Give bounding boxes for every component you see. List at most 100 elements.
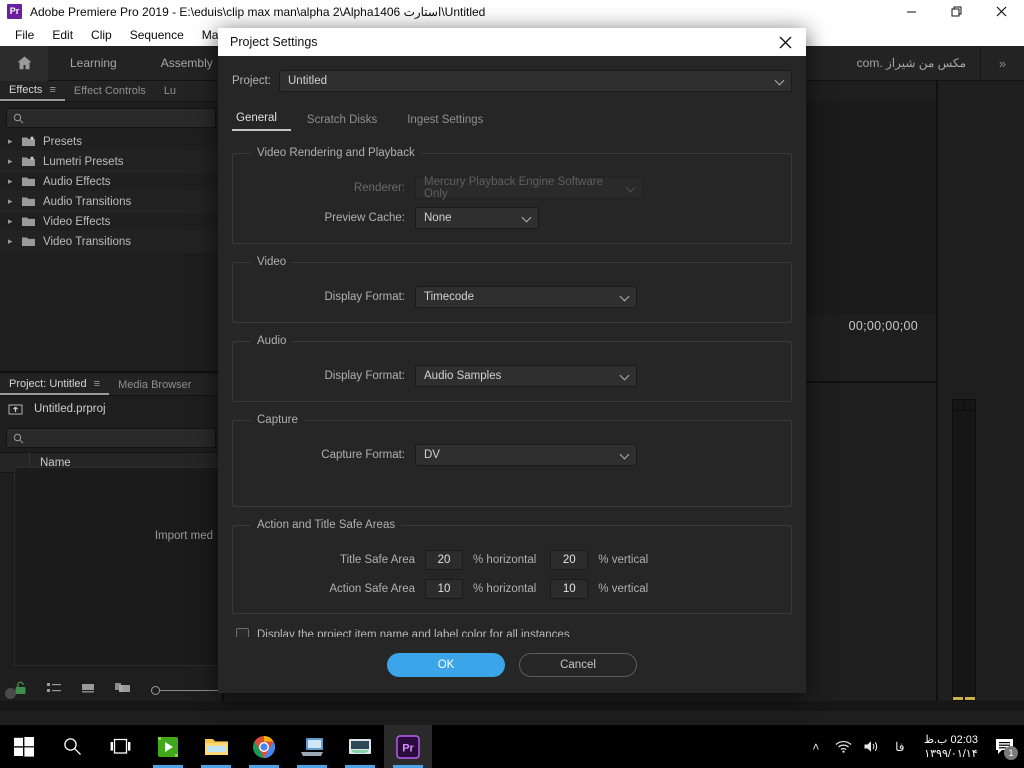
chevron-right-icon[interactable]: ▸ [8,236,22,247]
project-settings-dialog: Project Settings Project: Untitled Gener… [218,28,806,693]
language-indicator[interactable]: فا [886,725,914,768]
section-capture-legend: Capture [257,414,298,426]
bottom-strip [0,701,1024,711]
clock-time: 02:03 ب.ظ [923,733,978,746]
cancel-button[interactable]: Cancel [519,653,637,677]
search-icon[interactable] [48,725,96,768]
project-panel: Project: Untitled ≡ Media Browser Untitl… [0,375,222,711]
chevron-right-icon[interactable]: ▸ [8,136,22,147]
menu-item-sequence[interactable]: Sequence [121,25,193,45]
tree-item-label: Lumetri Presets [43,155,124,168]
project-search-input[interactable] [29,432,209,444]
status-indicator[interactable] [5,688,16,699]
zoom-slider-track[interactable] [160,689,222,691]
action-safe-vertical-input[interactable] [550,579,589,599]
search-icon [13,113,24,124]
minimize-button[interactable] [889,0,934,23]
effects-search-input[interactable] [29,112,209,124]
clock-date: ۱۳۹۹/۰۱/۱۴ [924,747,978,760]
section-audio-legend: Audio [257,335,287,347]
capture-format-dropdown[interactable]: DV [415,444,637,466]
preview-cache-dropdown[interactable]: None [415,207,539,229]
monitor-timecode[interactable]: 00;00;00;00 [849,319,918,333]
dialog-tabs: General Scratch Disks Ingest Settings [232,112,792,131]
icon-view-icon[interactable] [81,681,95,699]
capture-format-row: Capture Format: DV [247,444,777,466]
tree-item-presets[interactable]: ▸ Presets [0,132,222,152]
audio-meter[interactable] [952,399,976,701]
chevron-right-icon[interactable]: ▸ [8,196,22,207]
folder-icon [22,216,36,227]
project-search-box[interactable] [6,428,216,448]
premiere-icon[interactable]: Pr [384,725,432,768]
tab-effects[interactable]: Effects ≡ [0,80,65,101]
chrome-icon[interactable] [240,725,288,768]
notifications-icon[interactable]: 1 [988,725,1020,768]
dialog-tab-ingest-settings[interactable]: Ingest Settings [403,114,497,131]
menu-item-file[interactable]: File [6,25,43,45]
app-icon-7[interactable] [288,725,336,768]
tab-project[interactable]: Project: Untitled ≡ [0,374,110,395]
title-safe-horizontal-input[interactable] [425,550,463,570]
title-safe-label: Title Safe Area [339,554,415,566]
menu-item-clip[interactable]: Clip [82,25,121,45]
tree-item-lumetri-presets[interactable]: ▸ Lumetri Presets [0,152,222,172]
start-icon[interactable] [0,725,48,768]
dialog-tab-general[interactable]: General [232,112,291,131]
task-view-icon[interactable] [96,725,144,768]
tree-item-audio-effects[interactable]: ▸ Audio Effects [0,172,222,192]
workspace-overflow-icon[interactable]: » [980,45,1024,81]
list-view-icon[interactable] [47,681,61,699]
panel-divider-horizontal[interactable] [0,371,222,373]
action-safe-horizontal-input[interactable] [425,579,463,599]
tab-effect-controls[interactable]: Effect Controls [65,80,155,101]
audio-display-format-dropdown[interactable]: Audio Samples [415,365,637,387]
menu-item-edit[interactable]: Edit [43,25,82,45]
parent-folder-icon[interactable] [8,403,24,416]
effects-panel: Effects ≡ Effect Controls Lu ▸ Presets ▸… [0,81,222,371]
tree-item-video-transitions[interactable]: ▸ Video Transitions [0,232,222,252]
project-item-list[interactable]: Import med [14,467,222,666]
video-display-format-dropdown[interactable]: Timecode [415,286,637,308]
chevron-right-icon[interactable]: ▸ [8,216,22,227]
effects-tree: ▸ Presets ▸ Lumetri Presets ▸ Audio Effe… [0,132,222,252]
dialog-tab-scratch-disks[interactable]: Scratch Disks [303,114,391,131]
file-explorer-icon[interactable] [192,725,240,768]
media-app-icon[interactable] [144,725,192,768]
ok-button[interactable]: OK [387,653,505,677]
dialog-close-button[interactable] [764,28,806,56]
workspace-tab-learning[interactable]: Learning [48,46,139,81]
chevron-right-icon[interactable]: ▸ [8,176,22,187]
tree-item-video-effects[interactable]: ▸ Video Effects [0,212,222,232]
panel-menu-icon[interactable]: ≡ [94,378,100,390]
dialog-project-dropdown[interactable]: Untitled [279,70,792,92]
tray-overflow-icon[interactable]: ˄ [802,725,830,768]
import-media-hint[interactable]: Import med [155,530,213,542]
title-safe-vertical-input[interactable] [550,550,589,570]
home-icon[interactable] [0,45,48,81]
volume-icon[interactable] [858,725,886,768]
window-title-bar: Pr Adobe Premiere Pro 2019 - E:\eduis\cl… [0,0,1024,23]
close-button[interactable] [979,0,1024,23]
freeform-view-icon[interactable] [115,681,131,699]
zoom-slider[interactable] [151,685,222,695]
restore-button[interactable] [934,0,979,23]
tab-media-browser[interactable]: Media Browser [109,374,200,395]
folder-icon [22,176,36,187]
zoom-slider-knob[interactable] [151,685,160,695]
section-safe-areas: Action and Title Safe Areas Title Safe A… [232,519,792,614]
capture-format-label: Capture Format: [321,449,405,461]
effects-search-box[interactable] [6,108,216,128]
panel-menu-icon[interactable]: ≡ [49,84,55,96]
audio-meters-panel [938,381,1024,711]
chevron-right-icon[interactable]: ▸ [8,156,22,167]
lock-icon[interactable] [14,681,27,700]
renderer-label: Renderer: [353,182,405,194]
tab-lumetri[interactable]: Lu [155,80,185,101]
project-file-row[interactable]: Untitled.prproj [0,396,222,422]
tree-item-label: Video Effects [43,215,111,228]
tree-item-audio-transitions[interactable]: ▸ Audio Transitions [0,192,222,212]
clock[interactable]: 02:03 ب.ظ ۱۳۹۹/۰۱/۱۴ [914,733,988,761]
app-icon-8[interactable] [336,725,384,768]
wifi-icon[interactable] [830,725,858,768]
